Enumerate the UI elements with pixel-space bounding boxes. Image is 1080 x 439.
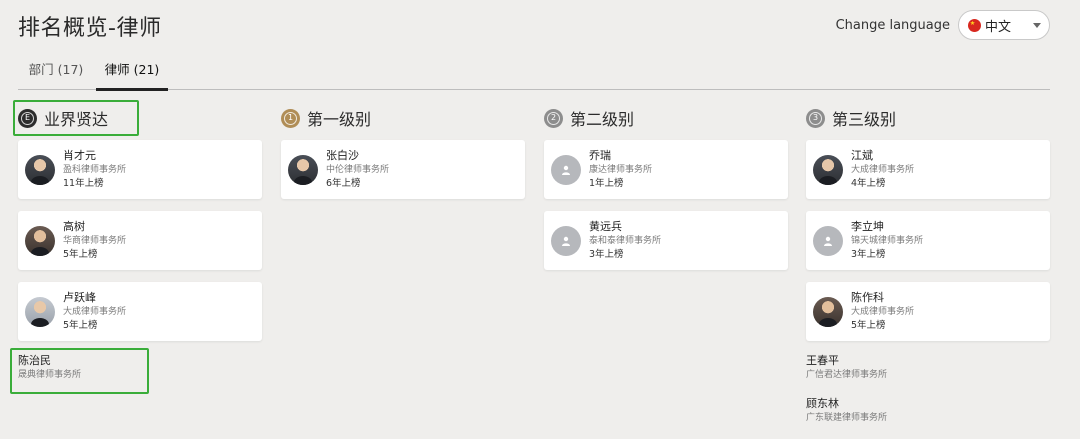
column-band-1: 1 第一级别 张白沙 中伦律师事务所 6年上榜	[281, 106, 525, 211]
lawyer-firm: 康达律师事务所	[589, 165, 653, 175]
lawyer-photo-avatar	[813, 154, 843, 185]
lawyer-card[interactable]: 肖才元 盈科律师事务所 11年上榜	[18, 140, 262, 199]
column-title: 业界贤达	[44, 110, 109, 129]
china-flag-icon	[968, 18, 981, 32]
lawyer-name: 高树	[63, 220, 85, 233]
lawyer-name: 王春平	[806, 354, 839, 367]
tab-bar: 部门 (17) 律师 (21)	[18, 54, 1050, 91]
lawyer-photo-avatar	[288, 154, 318, 185]
lawyer-card[interactable]: 高树 华商律师事务所 5年上榜	[18, 211, 262, 270]
lawyer-firm: 中伦律师事务所	[326, 165, 390, 175]
lawyer-card[interactable]: 黄远兵 泰和泰律师事务所 3年上榜	[544, 211, 788, 270]
lawyer-card[interactable]: 乔瑞 康达律师事务所 1年上榜	[544, 140, 788, 199]
default-avatar-icon	[813, 225, 843, 256]
lawyer-card[interactable]: 陈作科 大成律师事务所 5年上榜	[806, 282, 1050, 341]
lawyer-years-ranked: 4年上榜	[851, 178, 886, 189]
lawyer-name: 肖才元	[63, 149, 96, 162]
lawyer-name: 乔瑞	[589, 149, 611, 162]
lawyer-card[interactable]: 卢跃峰 大成律师事务所 5年上榜	[18, 282, 262, 341]
lawyer-firm: 晟典律师事务所	[18, 370, 82, 380]
column-title: 第一级别	[307, 110, 372, 129]
lawyer-name: 李立坤	[851, 220, 884, 233]
lawyer-card[interactable]: 李立坤 锦天城律师事务所 3年上榜	[806, 211, 1050, 270]
language-select[interactable]: 中文	[958, 10, 1050, 40]
lawyer-firm: 大成律师事务所	[851, 307, 915, 317]
change-language-label: Change language	[835, 17, 950, 33]
lawyer-name: 江斌	[851, 149, 873, 162]
page-title: 排名概览-律师	[18, 16, 162, 41]
lawyer-name: 卢跃峰	[63, 291, 96, 304]
lawyer-firm: 大成律师事务所	[63, 307, 127, 317]
language-select-value: 中文	[985, 19, 1012, 35]
lawyer-photo-avatar	[813, 296, 843, 327]
column-header: 2 第二级别	[544, 106, 788, 130]
lawyer-card[interactable]: 江斌 大成律师事务所 4年上榜	[806, 140, 1050, 199]
lawyer-firm: 广信君达律师事务所	[806, 370, 888, 380]
lawyer-name: 陈治民	[18, 354, 51, 367]
default-avatar-icon	[551, 154, 581, 185]
chevron-down-icon	[1033, 22, 1041, 28]
language-switcher: Change language 中文	[836, 10, 1050, 40]
lawyer-photo-avatar	[25, 296, 55, 327]
lawyer-firm: 华商律师事务所	[63, 236, 127, 246]
lawyer-firm: 锦天城律师事务所	[851, 236, 924, 246]
column-header: E 业界贤达	[18, 106, 262, 130]
band-1-badge-icon: 1	[281, 108, 300, 128]
lawyer-years-ranked: 6年上榜	[326, 178, 361, 189]
column-band-2: 2 第二级别 乔瑞 康达律师事务所 1年上榜 黄远兵 泰和泰律师事务所 3年上榜	[544, 106, 788, 282]
lawyer-firm: 盈科律师事务所	[63, 165, 127, 175]
lawyer-firm: 泰和泰律师事务所	[589, 236, 662, 246]
lawyer-name: 张白沙	[326, 149, 359, 162]
default-avatar-icon	[551, 225, 581, 256]
lawyer-photo-avatar	[25, 225, 55, 256]
lawyer-name: 陈作科	[851, 291, 884, 304]
lawyer-years-ranked: 5年上榜	[851, 320, 886, 331]
band-2-badge-icon: 2	[544, 108, 563, 128]
lawyer-photo-avatar	[25, 154, 55, 185]
tab-departments[interactable]: 部门 (17)	[18, 54, 94, 90]
lawyer-name: 顾东林	[806, 397, 839, 410]
column-title: 第二级别	[570, 110, 635, 129]
lawyer-years-ranked: 3年上榜	[589, 249, 624, 260]
lawyer-firm: 大成律师事务所	[851, 165, 915, 175]
eminent-badge-icon: E	[18, 108, 37, 128]
lawyer-years-ranked: 5年上榜	[63, 320, 98, 331]
column-title: 第三级别	[832, 110, 897, 129]
column-header: 3 第三级别	[806, 106, 1050, 130]
lawyer-years-ranked: 3年上榜	[851, 249, 886, 260]
lawyer-firm: 广东联建律师事务所	[806, 413, 888, 423]
tab-lawyers[interactable]: 律师 (21)	[96, 54, 168, 91]
lawyer-list-item[interactable]: 顾东林 广东联建律师事务所	[806, 396, 1050, 425]
column-band-3: 3 第三级别 江斌 大成律师事务所 4年上榜 李立坤 锦天城律师事务所 3年上榜…	[806, 106, 1050, 439]
lawyer-years-ranked: 11年上榜	[63, 178, 104, 189]
column-header: 1 第一级别	[281, 106, 525, 130]
lawyer-name: 黄远兵	[589, 220, 622, 233]
column-eminent-practitioners: E 业界贤达 肖才元 盈科律师事务所 11年上榜 高树 华商律师事务所 5年上榜…	[18, 106, 262, 396]
band-3-badge-icon: 3	[806, 108, 825, 128]
lawyer-list-item[interactable]: 王春平 广信君达律师事务所	[806, 353, 1050, 382]
lawyer-card[interactable]: 张白沙 中伦律师事务所 6年上榜	[281, 140, 525, 199]
lawyer-years-ranked: 5年上榜	[63, 249, 98, 260]
lawyer-list-item[interactable]: 陈治民 晟典律师事务所	[18, 353, 262, 382]
lawyer-years-ranked: 1年上榜	[589, 178, 624, 189]
